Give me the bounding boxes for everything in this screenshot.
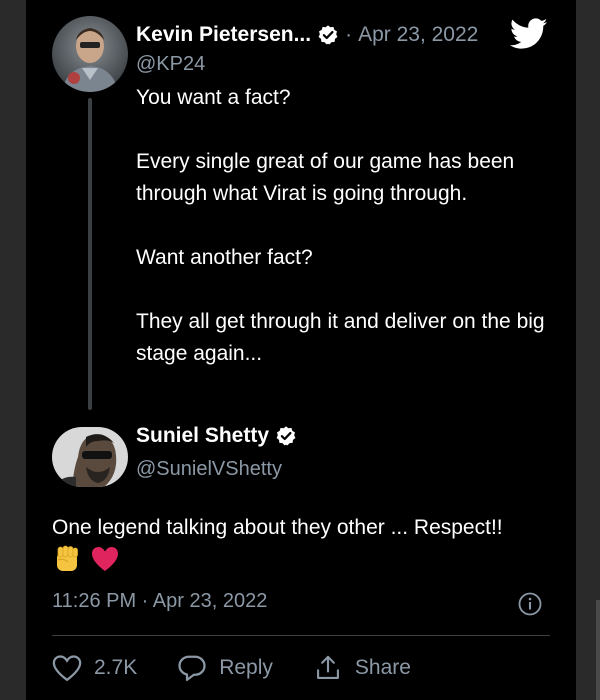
divider bbox=[52, 635, 550, 636]
speech-bubble-icon bbox=[178, 655, 206, 681]
raised-fist-emoji bbox=[52, 544, 82, 574]
info-icon[interactable] bbox=[518, 592, 542, 616]
quoted-tweet-date[interactable]: Apr 23, 2022 bbox=[358, 23, 478, 47]
quoted-tweet-header: Kevin Pietersen... · Apr 23, 2022 bbox=[136, 20, 478, 50]
quoted-tweet-body: You want a fact? Every single great of o… bbox=[136, 82, 566, 370]
reply-button[interactable]: Reply bbox=[177, 654, 273, 682]
reply-author-name[interactable]: Suniel Shetty bbox=[136, 424, 269, 448]
quoted-author-handle[interactable]: @KP24 bbox=[136, 53, 205, 76]
heart-outline-icon bbox=[52, 655, 82, 682]
quoted-paragraph: You want a fact? bbox=[136, 86, 291, 109]
quoted-paragraph: Want another fact? bbox=[136, 246, 313, 269]
quoted-paragraph: They all get through it and deliver on t… bbox=[136, 310, 545, 365]
verified-badge-icon bbox=[317, 24, 339, 46]
like-button[interactable]: 2.7K bbox=[52, 654, 137, 682]
tweet-actions: 2.7K Reply Share bbox=[52, 650, 451, 686]
reply-label: Reply bbox=[219, 656, 273, 679]
quoted-author-name[interactable]: Kevin Pietersen... bbox=[136, 23, 311, 47]
reply-tweet-text: One legend talking about they other ... … bbox=[52, 516, 503, 539]
twitter-bird-icon[interactable] bbox=[509, 18, 548, 50]
red-heart-emoji bbox=[90, 544, 120, 574]
scrollbar[interactable] bbox=[596, 600, 600, 700]
tweet-timestamp[interactable]: 11:26 PM · Apr 23, 2022 bbox=[52, 590, 267, 613]
thread-line bbox=[88, 98, 92, 410]
share-icon bbox=[316, 655, 339, 679]
quoted-paragraph: Every single great of our game has been … bbox=[136, 150, 515, 205]
verified-badge-icon bbox=[275, 425, 297, 447]
share-label: Share bbox=[354, 656, 411, 679]
reply-author-handle[interactable]: @SunielVShetty bbox=[136, 458, 282, 481]
emoji-row bbox=[52, 544, 120, 574]
kp-avatar[interactable] bbox=[52, 16, 128, 92]
reply-tweet-header: Suniel Shetty bbox=[136, 424, 297, 448]
ss-avatar[interactable] bbox=[52, 427, 128, 487]
like-count: 2.7K bbox=[94, 656, 138, 679]
share-button[interactable]: Share bbox=[313, 654, 411, 682]
date-separator: · bbox=[345, 23, 353, 46]
tweet-card: Kevin Pietersen... · Apr 23, 2022 @KP24 … bbox=[26, 0, 576, 700]
